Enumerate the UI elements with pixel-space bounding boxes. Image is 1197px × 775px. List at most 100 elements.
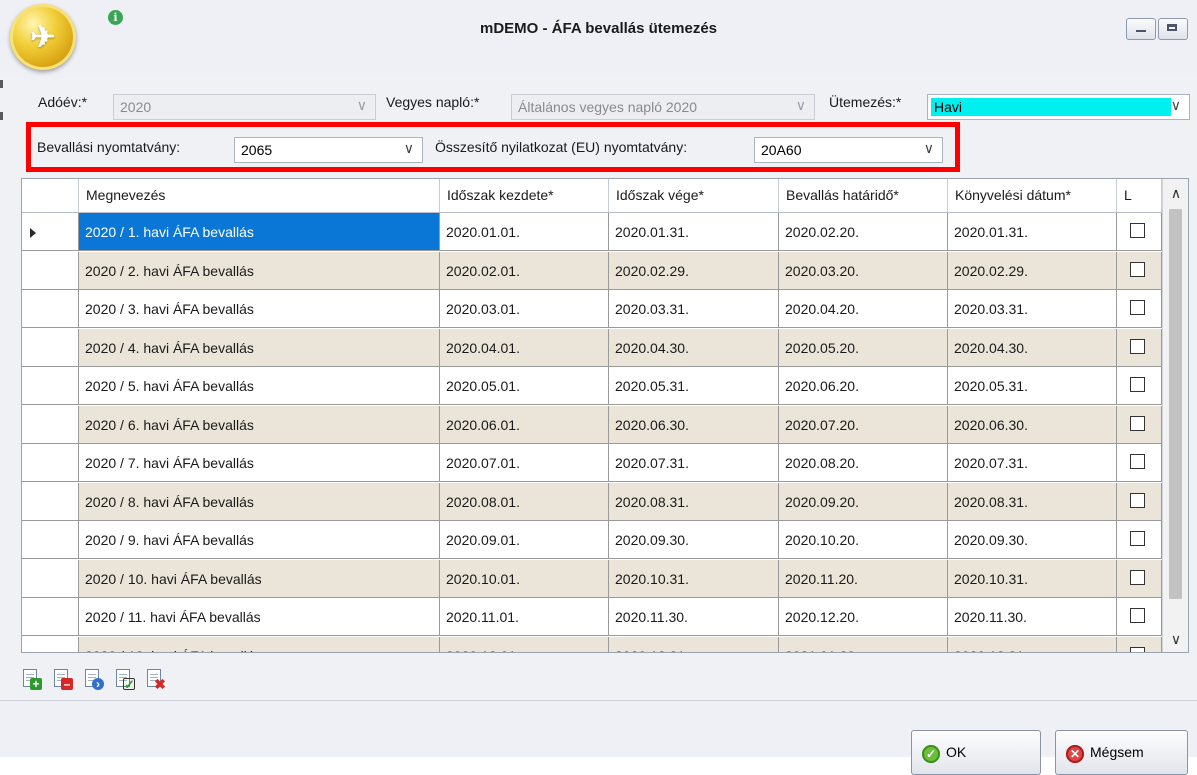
cell-end[interactable]: 2020.12.31. xyxy=(609,636,779,652)
cell-l[interactable] xyxy=(1117,290,1162,328)
row-checkbox[interactable] xyxy=(1130,338,1145,354)
row-checkbox[interactable] xyxy=(1130,223,1145,238)
cell-end[interactable]: 2020.02.29. xyxy=(609,251,779,290)
header-booking[interactable]: Könyvelési dátum* xyxy=(948,179,1117,212)
cell-l[interactable] xyxy=(1117,444,1162,482)
cell-booking[interactable]: 2020.01.31. xyxy=(948,213,1117,251)
cell-due[interactable]: 2020.02.20. xyxy=(779,213,948,251)
cell-l[interactable] xyxy=(1117,636,1162,652)
cell-name[interactable]: 2020 / 7. havi ÁFA bevallás xyxy=(79,444,440,482)
row-indicator[interactable] xyxy=(22,559,79,598)
cell-l[interactable] xyxy=(1117,598,1162,636)
header-l[interactable]: L xyxy=(1117,179,1162,212)
row-checkbox[interactable] xyxy=(1130,261,1145,277)
journal-select[interactable]: Általános vegyes napló 2020 ∨ xyxy=(511,94,815,120)
cell-booking[interactable]: 2020.12.31. xyxy=(948,636,1117,652)
cell-due[interactable]: 2020.11.20. xyxy=(779,559,948,598)
cell-start[interactable]: 2020.03.01. xyxy=(440,290,609,328)
row-indicator[interactable] xyxy=(22,636,79,652)
table-row[interactable]: 2020 / 4. havi ÁFA bevallás 2020.04.01. 20… xyxy=(22,328,1162,367)
cell-start[interactable]: 2020.07.01. xyxy=(440,444,609,482)
form-select[interactable]: 2065 ∨ xyxy=(234,137,423,163)
cell-name[interactable]: 2020 / 3. havi ÁFA bevallás xyxy=(79,290,440,328)
cell-end[interactable]: 2020.04.30. xyxy=(609,328,779,367)
row-indicator[interactable] xyxy=(22,598,79,636)
row-indicator[interactable] xyxy=(22,367,79,405)
cell-booking[interactable]: 2020.05.31. xyxy=(948,367,1117,405)
cell-start[interactable]: 2020.05.01. xyxy=(440,367,609,405)
cell-due[interactable]: 2020.03.20. xyxy=(779,251,948,290)
cell-name[interactable]: 2020 / 12. havi ÁFA bevallás xyxy=(79,636,440,652)
row-checkbox[interactable] xyxy=(1130,608,1145,623)
cell-name[interactable]: 2020 / 4. havi ÁFA bevallás xyxy=(79,328,440,367)
schedule-select[interactable]: Havi ∨ xyxy=(927,94,1190,120)
cell-start[interactable]: 2020.04.01. xyxy=(440,328,609,367)
cell-l[interactable] xyxy=(1117,521,1162,559)
cell-booking[interactable]: 2020.11.30. xyxy=(948,598,1117,636)
row-checkbox[interactable] xyxy=(1130,454,1145,469)
row-checkbox[interactable] xyxy=(1130,492,1145,508)
cell-booking[interactable]: 2020.09.30. xyxy=(948,521,1117,559)
row-indicator[interactable] xyxy=(22,521,79,559)
minimize-button[interactable] xyxy=(1126,18,1156,40)
header-start[interactable]: Időszak kezdete* xyxy=(440,179,609,212)
table-row[interactable]: 2020 / 10. havi ÁFA bevallás 2020.10.01. 2… xyxy=(22,559,1162,598)
cell-l[interactable] xyxy=(1117,328,1162,367)
cell-booking[interactable]: 2020.03.31. xyxy=(948,290,1117,328)
ok-button[interactable]: ✓ OK xyxy=(911,730,1041,775)
cancel-button[interactable]: ✕ Mégsem xyxy=(1055,730,1188,775)
add-row-button[interactable]: + xyxy=(21,668,43,690)
table-row[interactable]: 2020 / 5. havi ÁFA bevallás 2020.05.01. 20… xyxy=(22,367,1162,405)
table-row[interactable]: 2020 / 11. havi ÁFA bevallás 2020.11.01. 2… xyxy=(22,598,1162,636)
cell-end[interactable]: 2020.01.31. xyxy=(609,213,779,251)
cell-l[interactable] xyxy=(1117,482,1162,521)
cell-end[interactable]: 2020.07.31. xyxy=(609,444,779,482)
cell-booking[interactable]: 2020.06.30. xyxy=(948,405,1117,444)
cell-name[interactable]: 2020 / 6. havi ÁFA bevallás xyxy=(79,405,440,444)
edit-row-button[interactable]: ✓ xyxy=(114,668,136,691)
cell-name[interactable]: 2020 / 2. havi ÁFA bevallás xyxy=(79,251,440,290)
row-indicator[interactable] xyxy=(22,482,79,521)
row-indicator[interactable] xyxy=(22,328,79,367)
cell-start[interactable]: 2020.12.01. xyxy=(440,636,609,652)
cell-booking[interactable]: 2020.02.29. xyxy=(948,251,1117,290)
cell-due[interactable]: 2020.12.20. xyxy=(779,598,948,636)
table-row[interactable]: 2020 / 8. havi ÁFA bevallás 2020.08.01. 20… xyxy=(22,482,1162,521)
cell-name[interactable]: 2020 / 1. havi ÁFA bevallás xyxy=(79,213,440,251)
table-row[interactable]: 2020 / 7. havi ÁFA bevallás 2020.07.01. 20… xyxy=(22,444,1162,482)
cell-due[interactable]: 2020.10.20. xyxy=(779,521,948,559)
row-indicator[interactable] xyxy=(22,444,79,482)
cell-name[interactable]: 2020 / 8. havi ÁFA bevallás xyxy=(79,482,440,521)
row-checkbox[interactable] xyxy=(1130,377,1145,392)
cell-end[interactable]: 2020.08.31. xyxy=(609,482,779,521)
row-indicator[interactable] xyxy=(22,251,79,290)
cell-booking[interactable]: 2020.08.31. xyxy=(948,482,1117,521)
header-name[interactable]: Megnevezés xyxy=(79,179,440,212)
cell-name[interactable]: 2020 / 5. havi ÁFA bevallás xyxy=(79,367,440,405)
cell-start[interactable]: 2020.11.01. xyxy=(440,598,609,636)
row-checkbox[interactable] xyxy=(1130,646,1145,652)
cell-due[interactable]: 2020.07.20. xyxy=(779,405,948,444)
cell-start[interactable]: 2020.06.01. xyxy=(440,405,609,444)
table-row[interactable]: 2020 / 2. havi ÁFA bevallás 2020.02.01. 20… xyxy=(22,251,1162,290)
cell-due[interactable]: 2021.01.20. xyxy=(779,636,948,652)
scroll-thumb[interactable] xyxy=(1169,209,1182,599)
cell-name[interactable]: 2020 / 9. havi ÁFA bevallás xyxy=(79,521,440,559)
row-checkbox[interactable] xyxy=(1130,300,1145,315)
cell-start[interactable]: 2020.10.01. xyxy=(440,559,609,598)
table-row[interactable]: 2020 / 1. havi ÁFA bevallás 2020.01.01. 20… xyxy=(22,213,1162,251)
cell-due[interactable]: 2020.04.20. xyxy=(779,290,948,328)
row-checkbox[interactable] xyxy=(1130,415,1145,431)
cell-due[interactable]: 2020.09.20. xyxy=(779,482,948,521)
cell-end[interactable]: 2020.06.30. xyxy=(609,405,779,444)
cell-start[interactable]: 2020.02.01. xyxy=(440,251,609,290)
remove-row-button[interactable]: – xyxy=(52,668,74,690)
cell-l[interactable] xyxy=(1117,251,1162,290)
cell-start[interactable]: 2020.01.01. xyxy=(440,213,609,251)
row-checkbox[interactable] xyxy=(1130,569,1145,585)
cell-due[interactable]: 2020.05.20. xyxy=(779,328,948,367)
cell-start[interactable]: 2020.09.01. xyxy=(440,521,609,559)
row-checkbox[interactable] xyxy=(1130,531,1145,546)
delete-row-button[interactable]: ✖ xyxy=(145,668,167,691)
cell-name[interactable]: 2020 / 10. havi ÁFA bevallás xyxy=(79,559,440,598)
